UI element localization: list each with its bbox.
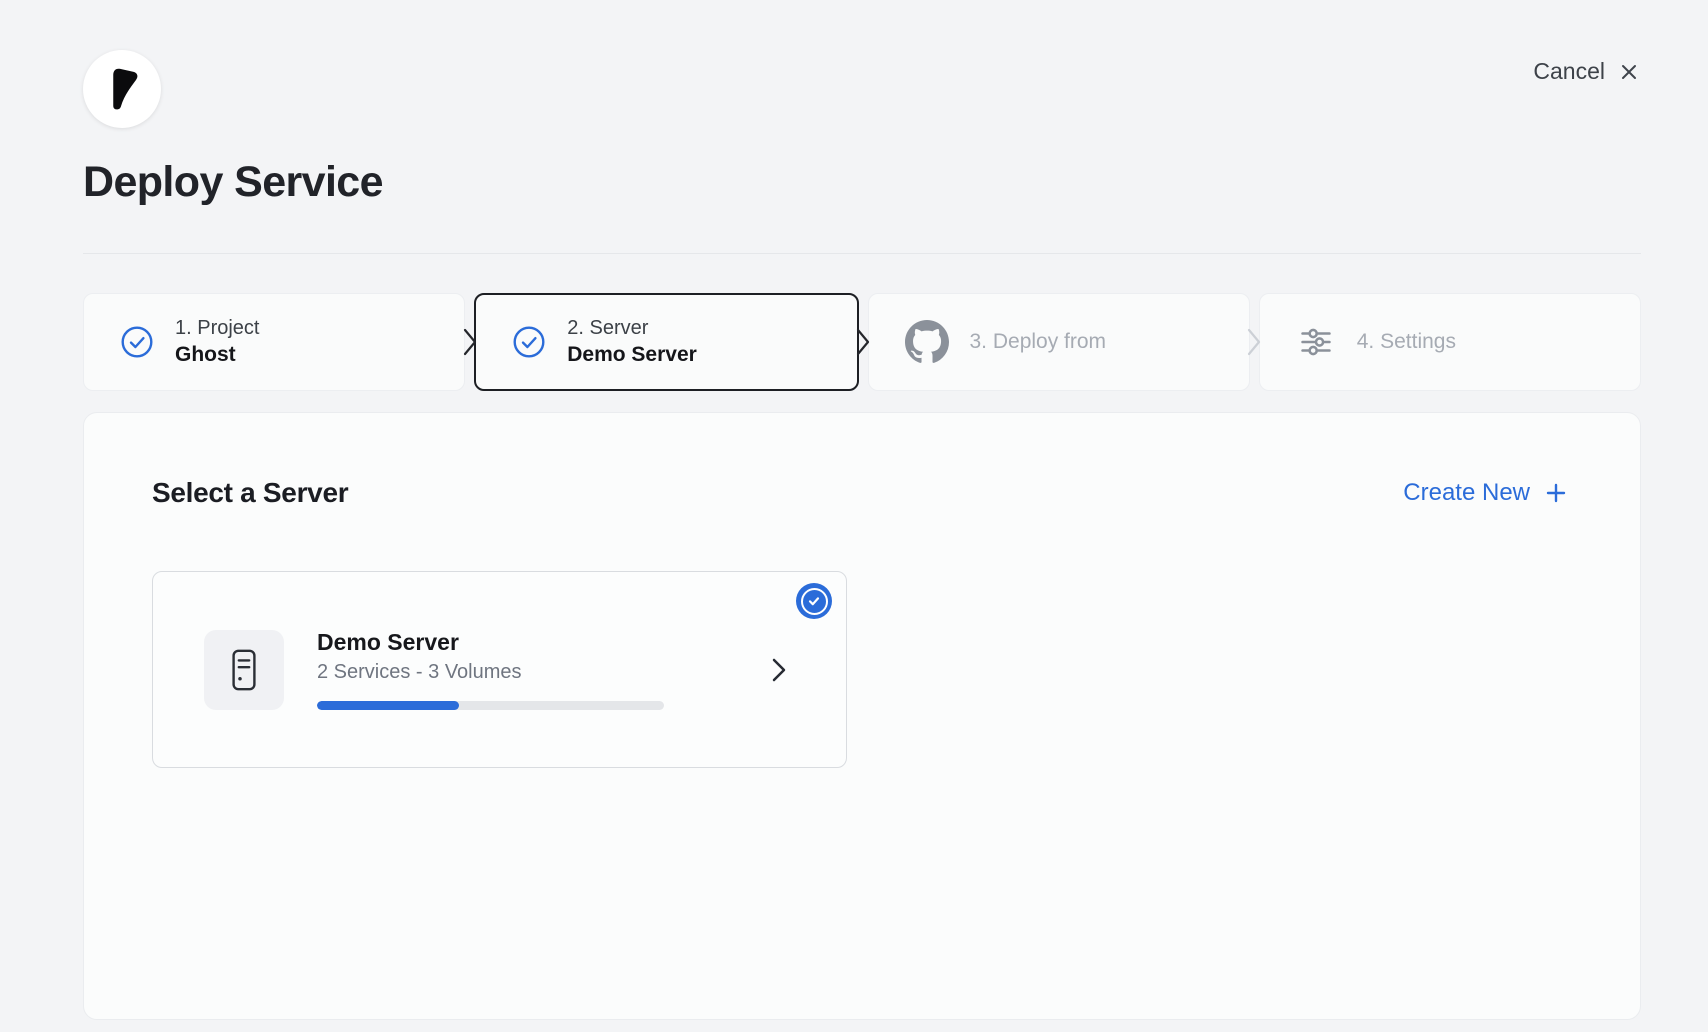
- step-number-label: 1. Project: [175, 315, 259, 341]
- deploy-service-modal: Cancel Deploy Service 1. Project Ghost: [0, 0, 1708, 1020]
- selected-check-badge: [796, 583, 832, 619]
- step-text: 1. Project Ghost: [175, 315, 259, 369]
- server-usage-progressbar: [317, 701, 664, 710]
- check-circle-icon: [120, 325, 154, 359]
- app-logo-mark: [94, 61, 150, 117]
- steps-bar: 1. Project Ghost 2. Server Demo Server: [83, 293, 1641, 391]
- step-number-label: 2. Server: [567, 315, 697, 341]
- app-logo: [83, 50, 161, 128]
- step-settings[interactable]: 4. Settings: [1259, 293, 1641, 391]
- step-project[interactable]: 1. Project Ghost: [83, 293, 465, 391]
- chevron-separator-icon: [462, 327, 478, 357]
- server-info: Demo Server 2 Services - 3 Volumes: [317, 629, 664, 710]
- create-new-label: Create New: [1403, 479, 1530, 507]
- step-text: 2. Server Demo Server: [567, 315, 697, 369]
- server-icon: [228, 646, 260, 694]
- step-deploy-from[interactable]: 3. Deploy from: [868, 293, 1250, 391]
- progress-fill: [317, 701, 459, 710]
- step-number-label: 4. Settings: [1357, 330, 1456, 354]
- chevron-separator-icon: [1246, 327, 1262, 357]
- server-tile: [204, 630, 284, 710]
- panel-header: Select a Server Create New: [152, 477, 1568, 509]
- topbar: Cancel: [0, 0, 1708, 128]
- check-icon: [807, 594, 821, 608]
- check-circle-icon: [512, 325, 546, 359]
- server-select-panel: Select a Server Create New: [83, 412, 1641, 1020]
- cancel-label: Cancel: [1533, 58, 1605, 85]
- page-title: Deploy Service: [83, 158, 1708, 207]
- server-card-title: Demo Server: [317, 629, 664, 656]
- cancel-button[interactable]: Cancel: [1533, 58, 1640, 85]
- sliders-icon: [1296, 325, 1336, 359]
- create-new-button[interactable]: Create New: [1403, 479, 1568, 507]
- step-server[interactable]: 2. Server Demo Server: [474, 293, 858, 391]
- step-separator: [859, 293, 868, 391]
- github-icon: [905, 320, 949, 364]
- step-number-label: 3. Deploy from: [970, 330, 1107, 354]
- step-separator: [1250, 293, 1259, 391]
- server-card-subtitle: 2 Services - 3 Volumes: [317, 661, 664, 684]
- step-value: Ghost: [175, 341, 259, 369]
- step-separator: [465, 293, 474, 391]
- close-icon: [1618, 61, 1640, 83]
- panel-heading: Select a Server: [152, 477, 348, 509]
- chevron-right-icon: [770, 657, 788, 683]
- chevron-separator-icon: [855, 327, 871, 357]
- plus-icon: [1544, 481, 1568, 505]
- header-divider: [83, 253, 1641, 254]
- step-value: Demo Server: [567, 341, 697, 369]
- server-card[interactable]: Demo Server 2 Services - 3 Volumes: [152, 571, 847, 768]
- check-badge-icon: [801, 588, 828, 615]
